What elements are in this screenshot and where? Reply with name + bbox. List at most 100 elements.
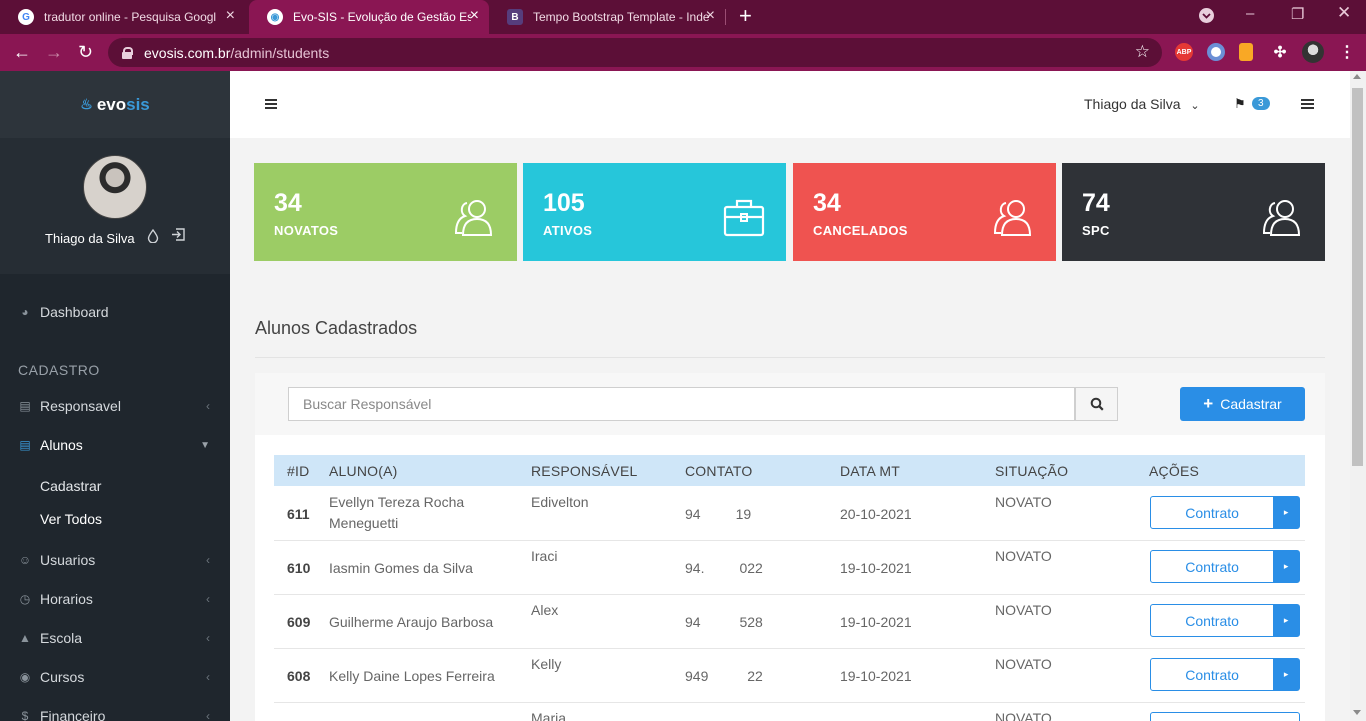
flag-icon[interactable]: ⚑ xyxy=(1234,96,1246,112)
table-row[interactable]: 608 Kelly Daine Lopes Ferreira Kelly 949… xyxy=(274,649,1305,703)
tab-evosis[interactable]: ◉ Evo-SIS - Evolução de Gestão Esc × xyxy=(249,0,489,34)
column-header-id[interactable]: #ID xyxy=(287,463,309,479)
search-input[interactable] xyxy=(288,387,1075,421)
divider xyxy=(255,357,1325,358)
tab-title: Evo-SIS - Evolução de Gestão Esc xyxy=(293,10,471,24)
column-header-status[interactable]: SITUAÇÃO xyxy=(995,463,1068,479)
sidebar-item-label: Cursos xyxy=(40,669,85,685)
table-row[interactable]: Maria NOVATO xyxy=(274,703,1305,721)
column-header-student[interactable]: ALUNO(A) xyxy=(329,463,398,479)
scroll-down-icon[interactable] xyxy=(1353,710,1361,715)
maximize-icon[interactable]: ❐ xyxy=(1291,5,1304,23)
forward-icon[interactable]: → xyxy=(45,41,63,63)
page-title: Alunos Cadastrados xyxy=(255,318,418,338)
table-row[interactable]: 611 Evellyn Tereza Rocha Meneguetti Ediv… xyxy=(274,487,1305,541)
tab-bootstrap[interactable]: B Tempo Bootstrap Template - Inde × xyxy=(489,0,725,34)
back-icon[interactable]: ← xyxy=(13,41,31,63)
column-header-guardian[interactable]: RESPONSÁVEL xyxy=(531,463,637,479)
sidebar-item-alunos[interactable]: ▤ Alunos ▼ xyxy=(0,429,230,461)
sidebar-item-label: Horarios xyxy=(40,591,93,607)
stat-card-cancelados: 34 CANCELADOS xyxy=(793,163,1056,261)
sidebar-item-financeiro[interactable]: $ Financeiro ‹ xyxy=(0,700,230,721)
chevron-left-icon: ‹ xyxy=(206,631,210,645)
sidebar-item-horarios[interactable]: ◷ Horarios ‹ xyxy=(0,583,230,615)
row-student: Evellyn Tereza Rocha xyxy=(329,494,465,510)
stat-label: SPC xyxy=(1082,223,1110,238)
row-status: NOVATO xyxy=(995,656,1052,672)
extension-circle-icon[interactable] xyxy=(1207,43,1225,61)
contract-button[interactable]: Contrato ▸ xyxy=(1150,604,1300,637)
new-tab-icon[interactable]: + xyxy=(739,5,752,27)
row-id: 609 xyxy=(287,614,311,630)
adblock-icon[interactable]: ABP xyxy=(1175,43,1193,61)
scroll-up-icon[interactable] xyxy=(1353,74,1361,79)
contract-label[interactable]: Contrato xyxy=(1151,497,1273,528)
menu-dots-icon[interactable]: ⋮ xyxy=(1338,43,1356,61)
row-contact: 94 528 xyxy=(685,614,763,630)
sidebar-item-responsavel[interactable]: ▤ Responsavel ‹ xyxy=(0,390,230,422)
close-window-icon[interactable]: ✕ xyxy=(1337,3,1351,23)
avatar[interactable] xyxy=(83,155,147,219)
users-icon xyxy=(993,200,1032,236)
row-id: 608 xyxy=(287,668,311,684)
droplet-icon[interactable] xyxy=(147,228,159,246)
sidebar-subitem-ver-todos[interactable]: Ver Todos xyxy=(40,511,102,527)
user-dropdown[interactable]: Thiago da Silva ⌄ xyxy=(1084,96,1200,112)
tab-title: tradutor online - Pesquisa Googl xyxy=(44,10,217,24)
column-header-contact[interactable]: CONTATO xyxy=(685,463,753,479)
sidebar-item-label: Financeiro xyxy=(40,708,106,721)
sidebar-user-name: Thiago da Silva xyxy=(45,231,135,246)
table-header: #ID ALUNO(A) RESPONSÁVEL CONTATO DATA MT… xyxy=(274,455,1305,486)
sidebar-subitem-cadastrar[interactable]: Cadastrar xyxy=(40,478,101,494)
table-row[interactable]: 610 Iasmin Gomes da Silva Iraci 94. 022 … xyxy=(274,541,1305,595)
column-header-date[interactable]: DATA MT xyxy=(840,463,900,479)
google-icon: G xyxy=(18,9,34,25)
hamburger-icon[interactable] xyxy=(265,99,277,109)
briefcase-icon xyxy=(723,199,765,237)
profile-avatar-icon[interactable] xyxy=(1302,41,1324,63)
caret-right-icon[interactable]: ▸ xyxy=(1273,497,1299,528)
close-icon[interactable]: × xyxy=(706,8,715,24)
sidebar-item-escola[interactable]: ▲ Escola ‹ xyxy=(0,622,230,654)
row-status: NOVATO xyxy=(995,710,1052,721)
table-row[interactable]: 609 Guilherme Araujo Barbosa Alex 94 528… xyxy=(274,595,1305,649)
puzzle-icon[interactable]: ✣ xyxy=(1271,43,1289,61)
sidebar-item-usuarios[interactable]: ☺ Usuarios ‹ xyxy=(0,544,230,576)
caret-right-icon[interactable]: ▸ xyxy=(1273,659,1299,690)
url-path: /admin/students xyxy=(230,44,330,61)
reload-icon[interactable]: ↻ xyxy=(78,41,93,63)
sidebar: ♨ evo sis Thiago da Silva ◕ Dashboard CAD… xyxy=(0,71,230,721)
tab-google[interactable]: G tradutor online - Pesquisa Googl × xyxy=(0,0,245,34)
contract-label[interactable]: Contrato xyxy=(1151,605,1273,636)
contract-button[interactable] xyxy=(1150,712,1300,721)
sidebar-item-dashboard[interactable]: ◕ Dashboard xyxy=(0,296,230,328)
caret-right-icon[interactable]: ▸ xyxy=(1273,551,1299,582)
caret-right-icon[interactable]: ▸ xyxy=(1273,605,1299,636)
contract-label[interactable]: Contrato xyxy=(1151,659,1273,690)
sidebar-item-label: Alunos xyxy=(40,437,83,453)
url-field[interactable]: evosis.com.br/admin/students ☆ xyxy=(108,38,1162,67)
clock-icon: ◷ xyxy=(19,592,31,606)
brand-sis: sis xyxy=(126,94,150,114)
notification-badge[interactable]: 3 xyxy=(1252,97,1270,110)
brand-logo[interactable]: ♨ evo sis xyxy=(0,71,230,138)
extension-badge-icon[interactable] xyxy=(1239,43,1253,61)
sidebar-item-cursos[interactable]: ◉ Cursos ‹ xyxy=(0,661,230,693)
close-icon[interactable]: × xyxy=(226,8,235,24)
stat-label: ATIVOS xyxy=(543,223,593,238)
bookmark-star-icon[interactable]: ☆ xyxy=(1135,42,1150,62)
scrollbar-thumb[interactable] xyxy=(1352,88,1363,466)
search-button[interactable] xyxy=(1075,387,1118,421)
add-student-button[interactable]: + Cadastrar xyxy=(1180,387,1305,421)
logout-icon[interactable] xyxy=(171,227,186,246)
sidebar-item-label: Usuarios xyxy=(40,552,96,568)
contract-button[interactable]: Contrato ▸ xyxy=(1150,658,1300,691)
row-guardian: Iraci xyxy=(531,548,558,564)
contract-label[interactable]: Contrato xyxy=(1151,551,1273,582)
menu-list-icon[interactable] xyxy=(1301,99,1314,109)
contract-button[interactable]: Contrato ▸ xyxy=(1150,496,1300,529)
close-icon[interactable]: × xyxy=(470,8,479,24)
minimize-icon[interactable]: – xyxy=(1246,5,1254,22)
profile-dropdown-icon[interactable] xyxy=(1199,8,1214,23)
contract-button[interactable]: Contrato ▸ xyxy=(1150,550,1300,583)
